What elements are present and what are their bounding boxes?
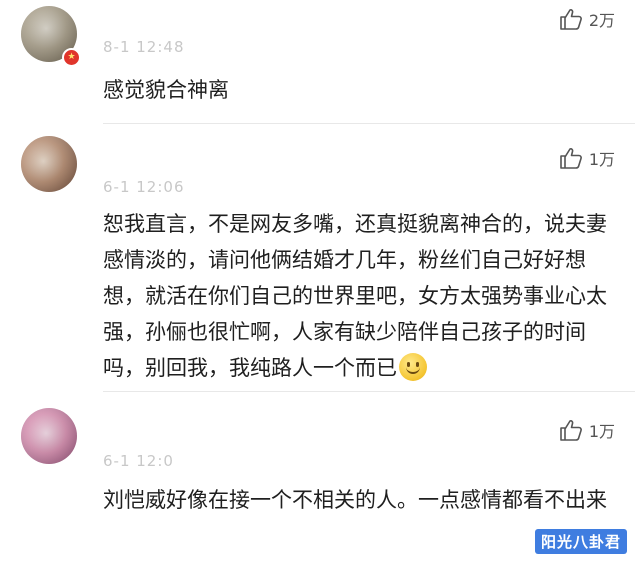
comment-text: 恕我直言，不是网友多嘴，还真挺貌离神合的，说夫妻感情淡的，请问他俩结婚才几年，粉… bbox=[103, 206, 613, 386]
comment-text: 刘恺威好像在接一个不相关的人。一点感情都看不出来 bbox=[103, 488, 607, 512]
like-count: 1万 bbox=[588, 422, 615, 441]
watermark: 阳光八卦君 bbox=[534, 529, 627, 554]
like-button[interactable]: 1万 bbox=[559, 418, 615, 442]
divider bbox=[103, 391, 635, 392]
thumbs-up-icon bbox=[560, 420, 582, 441]
avatar[interactable] bbox=[21, 408, 77, 464]
comment-timestamp: 6-1 12:0 bbox=[103, 452, 174, 470]
comment-item: 6-1 12:0 1万 刘恺威好像在接一个不相关的人。一点感情都看不出来 bbox=[0, 0, 635, 512]
comment-timestamp: 6-1 12:06 bbox=[103, 178, 185, 196]
smile-emoji-icon bbox=[399, 353, 427, 381]
comment-text-body: 恕我直言，不是网友多嘴，还真挺貌离神合的，说夫妻感情淡的，请问他俩结婚才几年，粉… bbox=[103, 212, 607, 380]
